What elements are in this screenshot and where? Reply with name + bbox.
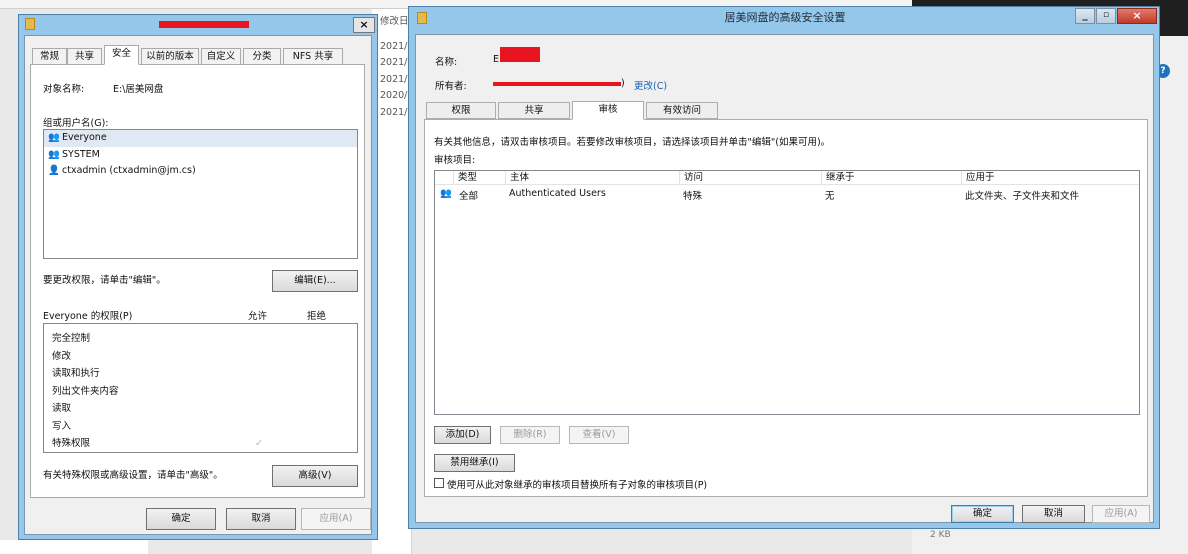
group-icon: 👥 — [48, 132, 60, 143]
list-item: 读取和执行 — [52, 368, 100, 379]
users-listbox[interactable]: 👥 Everyone 👥 SYSTEM 👤 ctxadmin (ctxadmin@jm… — [43, 129, 358, 259]
ok-button[interactable]: 确定 — [951, 505, 1014, 523]
ok-button[interactable]: 确定 — [146, 508, 216, 530]
list-item[interactable]: 👥 SYSTEM — [44, 147, 357, 164]
table-header: 类型 主体 访问 继承于 应用于 — [435, 171, 1139, 185]
tab-effective-access[interactable]: 有效访问 — [646, 102, 718, 119]
tab-permissions[interactable]: 权限 — [426, 102, 496, 119]
dialog-title: 居美网盘的高级安全设置 — [724, 11, 846, 24]
close-button[interactable]: × — [353, 17, 375, 33]
redacted-title — [159, 21, 249, 28]
list-item: 完全控制 — [52, 333, 91, 344]
date-cell: 2021/ — [380, 106, 408, 118]
properties-dialog: × 常规 共享 安全 以前的版本 自定义 分类 NFS 共享 对象名称: E:\… — [18, 14, 378, 540]
list-item: 修改 — [52, 350, 72, 362]
user-icon: 👤 — [48, 165, 60, 176]
column-header-inherited[interactable]: 继承于 — [821, 171, 961, 185]
group-users-label: 组或用户名(G): — [43, 118, 109, 129]
list-item: 写入 — [52, 420, 72, 432]
redacted-name — [500, 47, 540, 62]
permissions-header: Everyone 的权限(P) — [43, 311, 133, 322]
inherited-cell: 无 — [825, 191, 835, 202]
info-text: 有关其他信息，请双击审核项目。若要修改审核项目，请选择该项目并单击"编辑"(如果… — [434, 137, 831, 148]
tab-auditing[interactable]: 审核 — [572, 101, 644, 120]
auditing-panel: 有关其他信息，请双击审核项目。若要修改审核项目，请选择该项目并单击"编辑"(如果… — [424, 119, 1148, 497]
replace-child-checkbox[interactable] — [434, 478, 444, 488]
replace-child-label: 使用可从此对象继承的审核项目替换所有子对象的审核项目(P) — [447, 480, 708, 491]
allow-header: 允许 — [248, 311, 268, 322]
change-permission-hint: 要更改权限，请单击"编辑"。 — [43, 275, 166, 286]
remove-button[interactable]: 删除(R) — [500, 426, 560, 444]
audit-entries-table[interactable]: 类型 主体 访问 继承于 应用于 👥 全部 Authenticated User… — [434, 170, 1140, 415]
maximize-button[interactable]: ▫ — [1096, 8, 1116, 24]
tab-security[interactable]: 安全 — [104, 45, 139, 65]
cancel-button[interactable]: 取消 — [1022, 505, 1085, 523]
advanced-button[interactable]: 高级(V) — [272, 465, 358, 487]
column-header-access[interactable]: 访问 — [679, 171, 821, 185]
folder-icon — [25, 18, 35, 30]
tab-classification[interactable]: 分类 — [243, 48, 281, 65]
view-button[interactable]: 查看(V) — [569, 426, 629, 444]
list-item: 列出文件夹内容 — [52, 385, 119, 397]
tab-general[interactable]: 常规 — [32, 48, 67, 65]
principal-cell: Authenticated Users — [509, 188, 606, 199]
change-owner-link[interactable]: 更改(C) — [634, 78, 667, 92]
access-cell: 特殊 — [683, 191, 703, 202]
users-icon: 👥 — [440, 188, 452, 199]
object-name-label: 对象名称: — [43, 84, 85, 95]
permissions-list[interactable]: 完全控制 修改 读取和执行 列出文件夹内容 读取 写入 特殊权限 ✓ — [43, 323, 358, 453]
type-cell: 全部 — [459, 191, 479, 202]
name-value: E — [493, 54, 500, 65]
list-item: 特殊权限 ✓ — [44, 435, 357, 453]
add-button[interactable]: 添加(D) — [434, 426, 491, 444]
tab-share[interactable]: 共享 — [498, 102, 570, 119]
column-header-principal[interactable]: 主体 — [505, 171, 677, 185]
column-header-applies-to[interactable]: 应用于 — [961, 171, 1139, 185]
list-item: 读取 — [52, 403, 72, 414]
deny-header: 拒绝 — [307, 311, 327, 322]
apply-button[interactable]: 应用(A) — [301, 508, 371, 530]
column-header-modified[interactable]: 修改日 — [380, 14, 409, 31]
group-icon: 👥 — [48, 148, 60, 160]
explorer-left-bottom — [0, 540, 148, 554]
redacted-owner — [493, 82, 621, 86]
audit-items-label: 审核项目: — [434, 155, 476, 166]
security-panel: 对象名称: E:\居美网盘 组或用户名(G): 👥 Everyone 👥 SYSTE… — [30, 64, 365, 498]
list-item[interactable]: 👤 ctxadmin (ctxadmin@jm.cs) — [44, 163, 357, 180]
disable-inheritance-button[interactable]: 禁用继承(I) — [434, 454, 515, 472]
date-cell: 2021/ — [380, 57, 408, 68]
owner-suffix: ) — [621, 78, 625, 89]
date-cell: 2021/ — [380, 40, 408, 52]
advanced-hint: 有关特殊权限或高级设置，请单击"高级"。 — [43, 470, 223, 481]
tab-previous-versions[interactable]: 以前的版本 — [141, 48, 199, 65]
list-item[interactable]: 👥 Everyone — [44, 130, 357, 147]
apply-button[interactable]: 应用(A) — [1092, 505, 1150, 523]
minimize-button[interactable]: _ — [1075, 8, 1095, 24]
table-row[interactable]: 👥 全部 Authenticated Users 特殊 无 此文件夹、子文件夹和… — [435, 188, 1139, 204]
column-header-type[interactable]: 类型 — [453, 171, 501, 185]
applies-to-cell: 此文件夹、子文件夹和文件 — [965, 191, 1080, 202]
tab-sharing[interactable]: 共享 — [67, 48, 102, 65]
name-label: 名称: — [435, 57, 458, 68]
advanced-body: 名称: E 所有者: ) 更改(C) 权限 共享 审核 有效访问 有关其他信息，… — [415, 34, 1154, 523]
allow-check-icon: ✓ — [255, 438, 263, 449]
edit-button[interactable]: 编辑(E)... — [272, 270, 358, 292]
date-cell: 2020/ — [380, 90, 408, 101]
tab-customize[interactable]: 自定义 — [201, 48, 241, 65]
properties-body: 常规 共享 安全 以前的版本 自定义 分类 NFS 共享 对象名称: E:\居美… — [24, 35, 372, 535]
tab-nfs-sharing[interactable]: NFS 共享 — [283, 48, 343, 65]
explorer-date-column: 修改日 2021/ 2021/ 2021/ 2020/ 2021/ — [380, 14, 409, 121]
close-button[interactable]: × — [1117, 8, 1157, 24]
advanced-security-dialog: 居美网盘的高级安全设置 _ ▫ × 名称: E 所有者: ) 更改(C) 权限 … — [408, 6, 1160, 529]
file-size-text: 2 KB — [930, 530, 951, 540]
object-name-value: E:\居美网盘 — [113, 84, 164, 95]
owner-label: 所有者: — [435, 81, 467, 92]
cancel-button[interactable]: 取消 — [226, 508, 296, 530]
date-cell: 2021/ — [380, 73, 408, 85]
